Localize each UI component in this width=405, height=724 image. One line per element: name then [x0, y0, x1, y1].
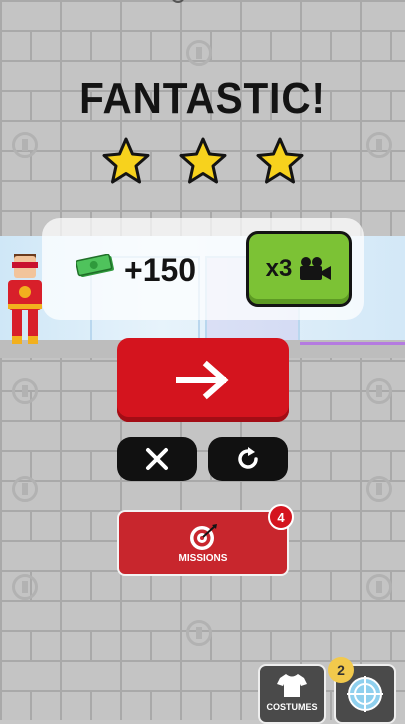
next-level-button[interactable] — [117, 338, 289, 422]
wall-vent — [12, 132, 38, 158]
scene-ledge — [300, 342, 405, 345]
wall-vent — [12, 476, 38, 502]
wall-vent — [366, 378, 392, 404]
top-hud-remnant — [172, 0, 184, 3]
wall-vent — [366, 132, 392, 158]
reward-amount: +150 — [124, 252, 197, 288]
star-icon — [179, 137, 227, 184]
cash-icon — [76, 254, 114, 277]
star-icon — [102, 137, 150, 184]
video-camera-icon — [300, 257, 332, 280]
wall-vent — [12, 574, 38, 600]
wall-vent — [186, 40, 212, 66]
wall-vent — [366, 574, 392, 600]
star-rating — [100, 136, 306, 188]
target-dart-icon — [190, 523, 217, 550]
result-title: FANTASTIC! — [79, 74, 326, 123]
close-button[interactable] — [117, 437, 197, 481]
multiplier-label: x3 — [265, 255, 293, 282]
crosshair-icon — [347, 676, 383, 712]
costumes-button[interactable]: COSTUMES — [258, 664, 326, 724]
wall-vent — [366, 476, 392, 502]
wall-vent — [12, 378, 38, 404]
arrow-right-icon — [176, 360, 229, 400]
wall-vent — [186, 620, 212, 646]
aim-badge: 2 — [328, 657, 354, 683]
costumes-label: COSTUMES — [266, 702, 318, 712]
restart-icon — [238, 447, 258, 469]
watch-video-x3-button[interactable]: x3 — [246, 231, 352, 307]
tshirt-icon — [277, 674, 307, 697]
close-icon — [146, 448, 168, 470]
missions-label: MISSIONS — [178, 552, 228, 564]
missions-badge: 4 — [268, 504, 294, 530]
star-icon — [256, 137, 304, 184]
missions-button[interactable]: MISSIONS — [117, 510, 289, 576]
restart-button[interactable] — [208, 437, 288, 481]
